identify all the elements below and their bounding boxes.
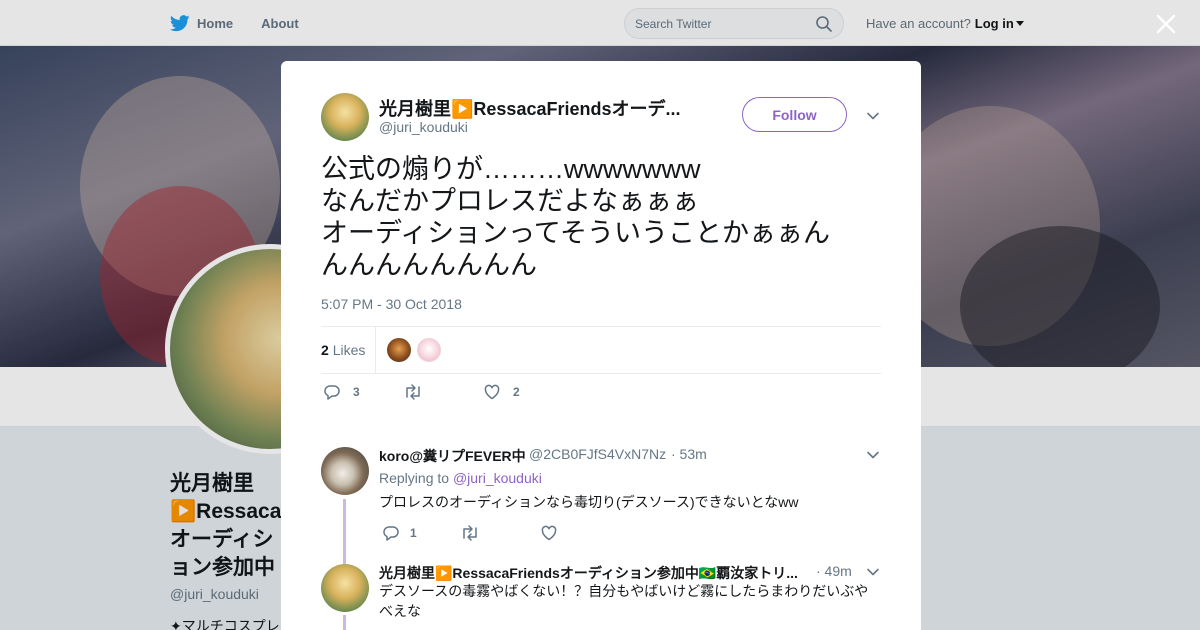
author-name[interactable]: 光月樹里▶️RessacaFriendsオーデ...	[379, 95, 689, 121]
thread-line	[343, 615, 346, 630]
tweet-text-line: なんだかプロレスだよなぁぁぁ	[321, 186, 699, 216]
retweet-icon	[406, 384, 420, 400]
liker-avatar[interactable]	[387, 338, 411, 362]
tweet-actions: 3 2	[321, 383, 621, 407]
heart-icon	[484, 384, 500, 400]
tweet-modal: 光月樹里▶️RessacaFriendsオーデ... @juri_kouduki…	[281, 61, 921, 630]
retweet-icon	[463, 525, 477, 541]
author-avatar[interactable]	[321, 93, 369, 141]
retweet-action[interactable]	[460, 524, 490, 542]
replies-list: koro@糞リプFEVER中 @2CB0FJfS4VxN7Nz · 53m Re…	[281, 429, 921, 630]
follow-button[interactable]: Follow	[742, 97, 847, 132]
chevron-down-icon[interactable]	[866, 565, 880, 579]
reply-count: 1	[410, 526, 417, 540]
tweet-text-line: んんんんんんんん	[321, 250, 537, 280]
reply-time[interactable]: · 53m	[671, 446, 707, 462]
tweet-text-line: 公式の煽りが………wwwwwww	[321, 154, 701, 184]
thread-line	[343, 499, 346, 574]
author-handle[interactable]: @juri_kouduki	[379, 119, 468, 135]
stats-divider	[375, 327, 376, 373]
tweet-text-line: オーディションってそういうことかぁぁん	[321, 218, 830, 248]
reply-icon	[324, 385, 340, 400]
reply-author-name[interactable]: 光月樹里▶️RessacaFriendsオーディション参加中🇧🇷覇汝家トリ...	[379, 563, 809, 583]
tweet-timestamp[interactable]: 5:07 PM - 30 Oct 2018	[321, 296, 462, 312]
reply-author-handle[interactable]: @2CB0FJfS4VxN7Nz	[529, 446, 666, 462]
chevron-down-icon[interactable]	[866, 448, 880, 462]
reply-avatar[interactable]	[321, 564, 369, 612]
reply-text: デスソースの毒霧やばくない！？自分もやばいけど霧にしたらまわりだいぶやべえな	[379, 583, 869, 619]
reply-time[interactable]: · 49m	[816, 563, 852, 579]
tweet-text: 公式の煽りが………wwwwwww なんだかプロレスだよなぁぁぁ オーディションっ…	[321, 153, 881, 281]
likes-label: Likes	[332, 342, 366, 358]
likes-stat[interactable]: 2 Likes	[321, 342, 365, 358]
tweet-stats: 2 Likes	[321, 326, 881, 374]
replying-to-handle[interactable]: @juri_kouduki	[453, 470, 542, 486]
reply-avatar[interactable]	[321, 447, 369, 495]
likes-count: 2	[321, 342, 329, 358]
like-action[interactable]: 2	[483, 383, 520, 401]
reply-action[interactable]: 3	[323, 383, 360, 401]
chevron-down-icon[interactable]	[866, 109, 880, 123]
like-action[interactable]	[540, 524, 568, 542]
reply-text: プロレスのオーディションなら毒切り(デスソース)できないとなww	[379, 494, 799, 510]
reply-count: 3	[353, 385, 360, 399]
like-count: 2	[513, 385, 520, 399]
heart-icon	[541, 525, 557, 541]
replying-to-label: Replying to	[379, 470, 450, 486]
reply-author-name[interactable]: koro@糞リプFEVER中	[379, 446, 526, 466]
liker-avatar[interactable]	[417, 338, 441, 362]
replying-to: Replying to @juri_kouduki	[379, 470, 542, 486]
reply-icon	[383, 526, 399, 541]
retweet-action[interactable]	[403, 383, 435, 401]
reply-action[interactable]: 1	[382, 524, 417, 542]
close-icon[interactable]	[1155, 13, 1177, 35]
